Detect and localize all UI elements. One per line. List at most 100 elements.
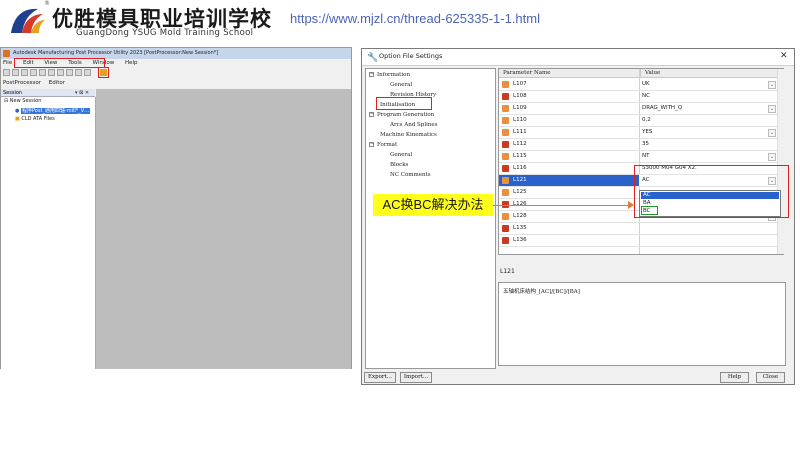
tree-node-machine-kinematics[interactable]: Machine Kinematics [380, 132, 437, 138]
help-button[interactable]: Help [720, 372, 749, 383]
parameter-name: L107 [513, 81, 527, 87]
parameter-option-icon [502, 189, 509, 196]
source-url[interactable]: https://www.mjzl.cn/thread-625335-1-1.ht… [290, 11, 540, 26]
parameter-row[interactable]: L136 [499, 235, 777, 247]
parameter-value[interactable]: NT [642, 153, 649, 159]
parameter-option-icon [502, 177, 509, 184]
parameter-name: L111 [513, 129, 527, 135]
close-icon[interactable]: ✕ [780, 51, 788, 61]
chevron-down-icon[interactable]: ⌄ [768, 129, 776, 137]
parameter-value[interactable]: DRAG_WITH_Q [642, 105, 682, 111]
initialisation-highlight-box [376, 97, 432, 110]
parameter-name: L128 [513, 213, 527, 219]
tree-node-general[interactable]: General [390, 82, 412, 88]
menu-file[interactable]: File [3, 60, 12, 66]
dialog-title: Option File Settings [379, 52, 443, 60]
parameter-value[interactable]: NC [642, 93, 650, 99]
parameter-row[interactable]: L110 0.2 [499, 115, 777, 127]
parameter-option-icon [502, 213, 509, 220]
toolbar-highlight-box [98, 67, 109, 78]
parameter-locked-icon [502, 237, 509, 244]
session-highlight-box [14, 58, 105, 68]
chevron-down-icon[interactable]: ⌄ [768, 153, 776, 161]
parameter-option-icon [502, 105, 509, 112]
menu-help[interactable]: Help [125, 60, 138, 66]
parameter-name: L125 [513, 189, 527, 195]
save-icon[interactable] [21, 69, 28, 76]
print-icon[interactable] [84, 69, 91, 76]
parameter-name: L136 [513, 237, 527, 243]
parameter-row[interactable]: L107 UK ⌄ [499, 79, 777, 91]
parameter-value[interactable]: YES [642, 129, 652, 135]
tab-strip: PostProcessor Editor [3, 80, 71, 86]
parameter-name: L126 [513, 201, 527, 207]
parameter-name: L121 [513, 177, 527, 183]
parameter-value[interactable]: 0.2 [642, 117, 651, 123]
session-panel-controls[interactable]: ▾ ⊠ ✕ [75, 89, 89, 97]
collapse-icon[interactable]: − [369, 142, 374, 147]
school-logo-icon [8, 5, 46, 37]
annotation-arrow-line [493, 205, 633, 206]
copy-icon[interactable] [48, 69, 55, 76]
parameter-row[interactable]: L112 35 [499, 139, 777, 151]
tree-node-information[interactable]: − Information [369, 72, 410, 78]
parameter-name: L110 [513, 117, 527, 123]
collapse-icon[interactable]: − [369, 72, 374, 77]
collapse-icon[interactable]: − [369, 112, 374, 117]
collapse-icon[interactable]: ⊟ [4, 98, 8, 104]
folder-icon: ■ [15, 116, 20, 122]
parameter-row[interactable]: L111 YES ⌄ [499, 127, 777, 139]
parameter-name: L108 [513, 93, 527, 99]
tree-node-arcs-and-splines[interactable]: Arcs And Splines [390, 122, 437, 128]
grid-scrollbar[interactable] [777, 69, 784, 254]
parameter-value[interactable]: UK [642, 81, 650, 87]
tree-node-nc-comments[interactable]: NC Comments [390, 172, 431, 178]
parameter-value[interactable]: 35 [642, 141, 649, 147]
cut-icon[interactable] [39, 69, 46, 76]
parameter-locked-icon [502, 141, 509, 148]
close-button[interactable]: Close [756, 372, 785, 383]
chevron-down-icon[interactable]: ⌄ [768, 105, 776, 113]
chevron-down-icon[interactable]: ⌄ [768, 81, 776, 89]
parameter-row[interactable]: L108 NC [499, 91, 777, 103]
new-icon[interactable] [3, 69, 10, 76]
description-box: 五轴机床结构_[AC]/[BC]/[BA] [498, 282, 786, 366]
registered-mark: ® [44, 0, 50, 7]
parameter-option-icon [502, 117, 509, 124]
tree-node-blocks[interactable]: Blocks [390, 162, 408, 168]
tree-node-program-generation[interactable]: − Program Generation [369, 112, 434, 118]
paste-icon[interactable] [57, 69, 64, 76]
tree-node-format[interactable]: − Format [369, 142, 397, 148]
parameter-option-icon [502, 81, 509, 88]
column-header-value[interactable]: Value [640, 69, 777, 78]
save-all-icon[interactable] [30, 69, 37, 76]
undo-icon[interactable] [66, 69, 73, 76]
column-header-name[interactable]: Parameter Name [499, 69, 640, 78]
parameter-option-icon [502, 129, 509, 136]
tree-item-cld[interactable]: ■ CLD ATA Files [15, 116, 55, 122]
dropdown-highlight-box [634, 165, 789, 218]
parameter-name: L116 [513, 165, 527, 171]
parameter-option-icon [502, 153, 509, 160]
arrow-head-icon [628, 201, 634, 209]
redo-icon[interactable] [75, 69, 82, 76]
file-icon: ● [15, 108, 20, 114]
open-icon[interactable] [12, 69, 19, 76]
export-button[interactable]: Export... [364, 372, 396, 383]
tab-postprocessor[interactable]: PostProcessor [3, 80, 41, 86]
tab-editor[interactable]: Editor [49, 80, 65, 86]
post-processor-window: Autodesk Manufacturing Post Processor Ut… [0, 47, 352, 369]
tree-node-format-general[interactable]: General [390, 152, 412, 158]
tree-root[interactable]: ⊟ New Session [4, 98, 41, 104]
toolbar [3, 69, 93, 78]
parameter-row[interactable]: L109 DRAG_WITH_Q ⌄ [499, 103, 777, 115]
import-button[interactable]: Import... [400, 372, 432, 383]
parameter-row[interactable]: L115 NT ⌄ [499, 151, 777, 163]
parameter-locked-icon [502, 165, 509, 172]
annotation-callout: AC换BC解决办法 [373, 194, 493, 216]
app-icon [3, 50, 10, 57]
tree-item-selected[interactable]: ● 程序Post_通用四轴-mill*_V… [15, 107, 91, 114]
parameter-row[interactable]: L135 [499, 223, 777, 235]
workspace-area [96, 89, 351, 369]
session-tree: ⊟ New Session ● 程序Post_通用四轴-mill*_V… ■ C… [1, 97, 96, 369]
